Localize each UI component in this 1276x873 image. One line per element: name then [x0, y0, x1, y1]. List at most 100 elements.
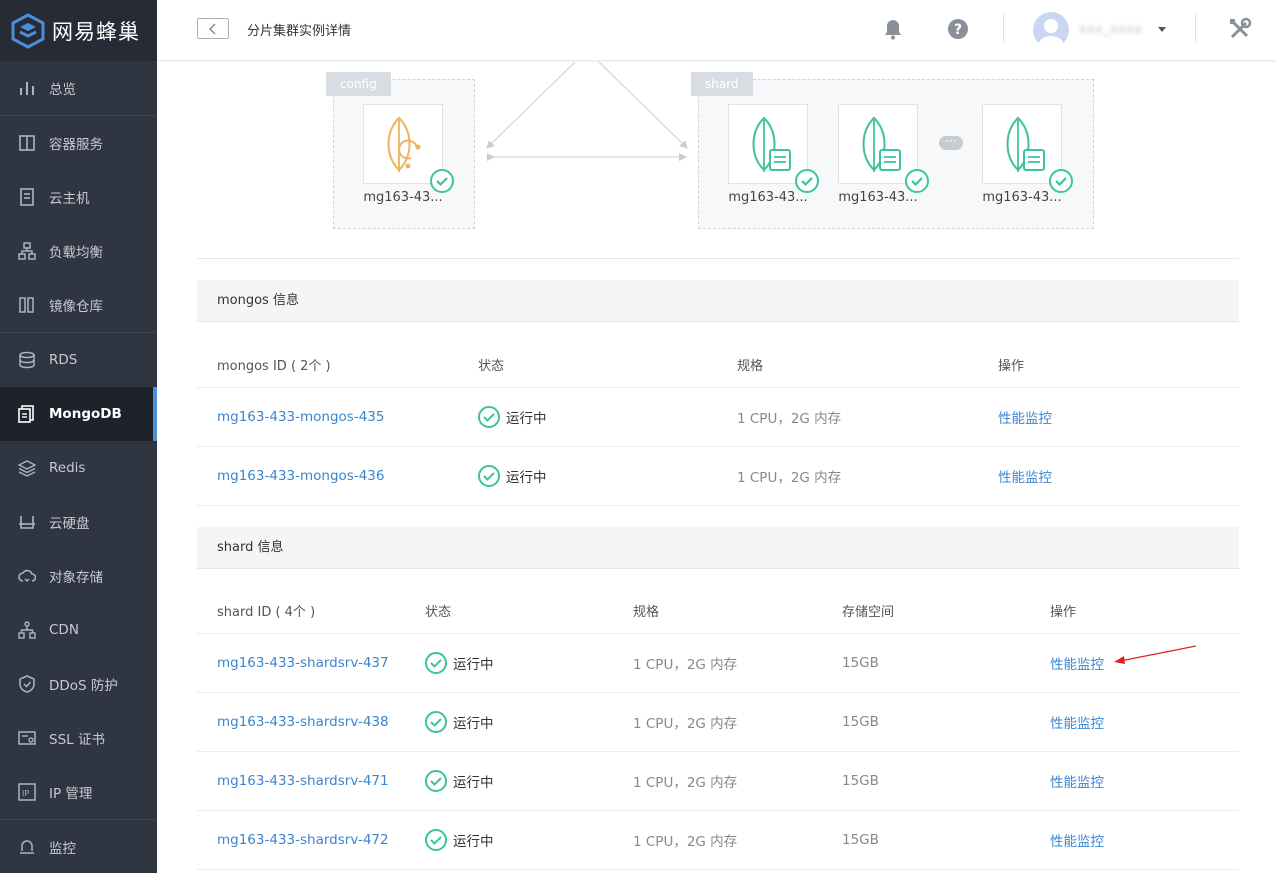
disk-icon [17, 512, 37, 532]
more-dots-icon[interactable]: ··· [939, 135, 963, 150]
notification-bell-icon[interactable] [881, 17, 905, 41]
shard-node-2[interactable]: mg163-43... [838, 104, 929, 205]
sidebar-item-label: DDoS 防护 [49, 678, 118, 694]
container-icon [17, 133, 37, 153]
sidebar-item-label: 云主机 [49, 191, 90, 207]
shard-node-1[interactable]: mg163-43... [728, 104, 819, 205]
sidebar-item-monitor[interactable]: 监控 [0, 820, 157, 873]
certificate-icon [17, 728, 37, 748]
spec-cell: 1 CPU，2G 内存 [633, 834, 738, 850]
tools-icon[interactable] [1228, 17, 1252, 41]
shield-icon [17, 674, 37, 694]
username[interactable]: xxx_xxxx [1079, 22, 1143, 36]
sidebar-item-label: MongoDB [49, 406, 122, 422]
leaf-shard-icon [862, 116, 901, 172]
success-check-icon [478, 465, 500, 487]
status-cell: 运行中 [425, 693, 494, 751]
mongos-section-title: mongos 信息 [197, 280, 1239, 322]
table-row: mg163-433-shardsrv-471 运行中 1 CPU，2G 内存 1… [197, 752, 1239, 811]
shard-section-title: shard 信息 [197, 527, 1239, 569]
page-title: 分片集群实例详情 [247, 24, 352, 39]
performance-monitor-link[interactable]: 性能监控 [998, 388, 1052, 446]
sidebar-item-label: 云硬盘 [49, 516, 90, 532]
storage-cell: 15GB [842, 714, 879, 730]
spec-cell: 1 CPU，2G 内存 [737, 411, 842, 427]
sidebar-item-container[interactable]: 容器服务 [0, 116, 157, 170]
sidebar-item-registry[interactable]: 镜像仓库 [0, 278, 157, 332]
cloud-icon [17, 566, 37, 586]
status-text: 运行中 [453, 657, 494, 673]
svg-text:?: ? [954, 22, 962, 38]
sidebar-item-disk[interactable]: 云硬盘 [0, 495, 157, 549]
table-row: mg163-433-mongos-436 运行中 1 CPU，2G 内存 性能监… [197, 447, 1239, 506]
spec-cell: 1 CPU，2G 内存 [633, 775, 738, 791]
cdn-icon [17, 620, 37, 640]
config-node[interactable]: mg163-43... [363, 104, 454, 205]
avatar[interactable] [1033, 12, 1069, 48]
status-text: 运行中 [453, 716, 494, 732]
status-cell: 运行中 [478, 388, 547, 446]
layers-icon [17, 458, 37, 478]
sidebar-item-oss[interactable]: 对象存储 [0, 549, 157, 603]
database-icon [17, 350, 37, 370]
success-check-icon [430, 169, 454, 193]
chevron-left-icon [209, 23, 216, 34]
sidebar-item-mongodb[interactable]: MongoDB [0, 387, 157, 441]
performance-monitor-link[interactable]: 性能监控 [1050, 811, 1104, 869]
sidebar-item-lb[interactable]: 负载均衡 [0, 224, 157, 278]
cluster-topology: config mg163-43... shard mg163-43... mg1… [197, 62, 1239, 259]
col-header: 状态 [478, 359, 505, 374]
sidebar-item-ddos[interactable]: DDoS 防护 [0, 657, 157, 711]
config-tag: config [326, 72, 391, 96]
sidebar-item-rds[interactable]: RDS [0, 333, 157, 387]
leaf-config-icon [387, 116, 421, 172]
sidebar-item-overview[interactable]: 总览 [0, 61, 157, 115]
annotation-arrow-icon [1114, 645, 1197, 664]
success-check-icon [425, 652, 447, 674]
shard-id-link[interactable]: mg163-433-shardsrv-437 [217, 634, 389, 692]
col-header: 规格 [633, 605, 660, 620]
mongos-id-link[interactable]: mg163-433-mongos-436 [217, 447, 384, 505]
shard-id-link[interactable]: mg163-433-shardsrv-438 [217, 693, 389, 751]
status-text: 运行中 [506, 411, 547, 427]
shard-id-link[interactable]: mg163-433-shardsrv-471 [217, 752, 389, 810]
col-header: 存储空间 [842, 605, 895, 620]
col-header: 规格 [737, 359, 764, 374]
col-header: 状态 [425, 605, 452, 620]
performance-monitor-link[interactable]: 性能监控 [998, 447, 1052, 505]
ip-icon: IP [17, 782, 37, 802]
help-icon[interactable]: ? [946, 17, 970, 41]
storage-cell: 15GB [842, 773, 879, 789]
performance-monitor-link[interactable]: 性能监控 [1050, 634, 1104, 692]
performance-monitor-link[interactable]: 性能监控 [1050, 752, 1104, 810]
table-row: mg163-433-shardsrv-472 运行中 1 CPU，2G 内存 1… [197, 811, 1239, 870]
shard-table-header: shard ID ( 4个 ) 状态 规格 存储空间 操作 [197, 588, 1239, 634]
storage-cell: 15GB [842, 832, 879, 848]
sidebar-item-ssl[interactable]: SSL 证书 [0, 711, 157, 765]
hive-logo-icon [11, 12, 45, 49]
col-header: 操作 [998, 359, 1025, 374]
sidebar-item-ip[interactable]: IP IP 管理 [0, 765, 157, 819]
sidebar-item-label: IP 管理 [49, 786, 93, 802]
shard-id-link[interactable]: mg163-433-shardsrv-472 [217, 811, 389, 869]
table-row: mg163-433-shardsrv-438 运行中 1 CPU，2G 内存 1… [197, 693, 1239, 752]
back-button[interactable] [197, 18, 229, 39]
status-text: 运行中 [506, 470, 547, 486]
shard-node-3[interactable]: mg163-43... [982, 104, 1073, 205]
mongos-id-link[interactable]: mg163-433-mongos-435 [217, 388, 384, 446]
sidebar-item-label: 镜像仓库 [49, 299, 103, 315]
status-cell: 运行中 [478, 447, 547, 505]
performance-monitor-link[interactable]: 性能监控 [1050, 693, 1104, 751]
sidebar-item-vm[interactable]: 云主机 [0, 170, 157, 224]
table-row: mg163-433-mongos-435 运行中 1 CPU，2G 内存 性能监… [197, 388, 1239, 447]
sidebar-item-label: 容器服务 [49, 137, 103, 153]
server-icon [17, 187, 37, 207]
status-cell: 运行中 [425, 752, 494, 810]
sidebar-item-cdn[interactable]: CDN [0, 603, 157, 657]
sidebar-item-label: Redis [49, 460, 86, 476]
col-header: 操作 [1050, 605, 1077, 620]
chevron-down-icon[interactable] [1158, 27, 1166, 32]
storage-cell: 15GB [842, 655, 879, 671]
sidebar-item-redis[interactable]: Redis [0, 441, 157, 495]
logo[interactable]: 网易蜂巢 [0, 0, 157, 61]
